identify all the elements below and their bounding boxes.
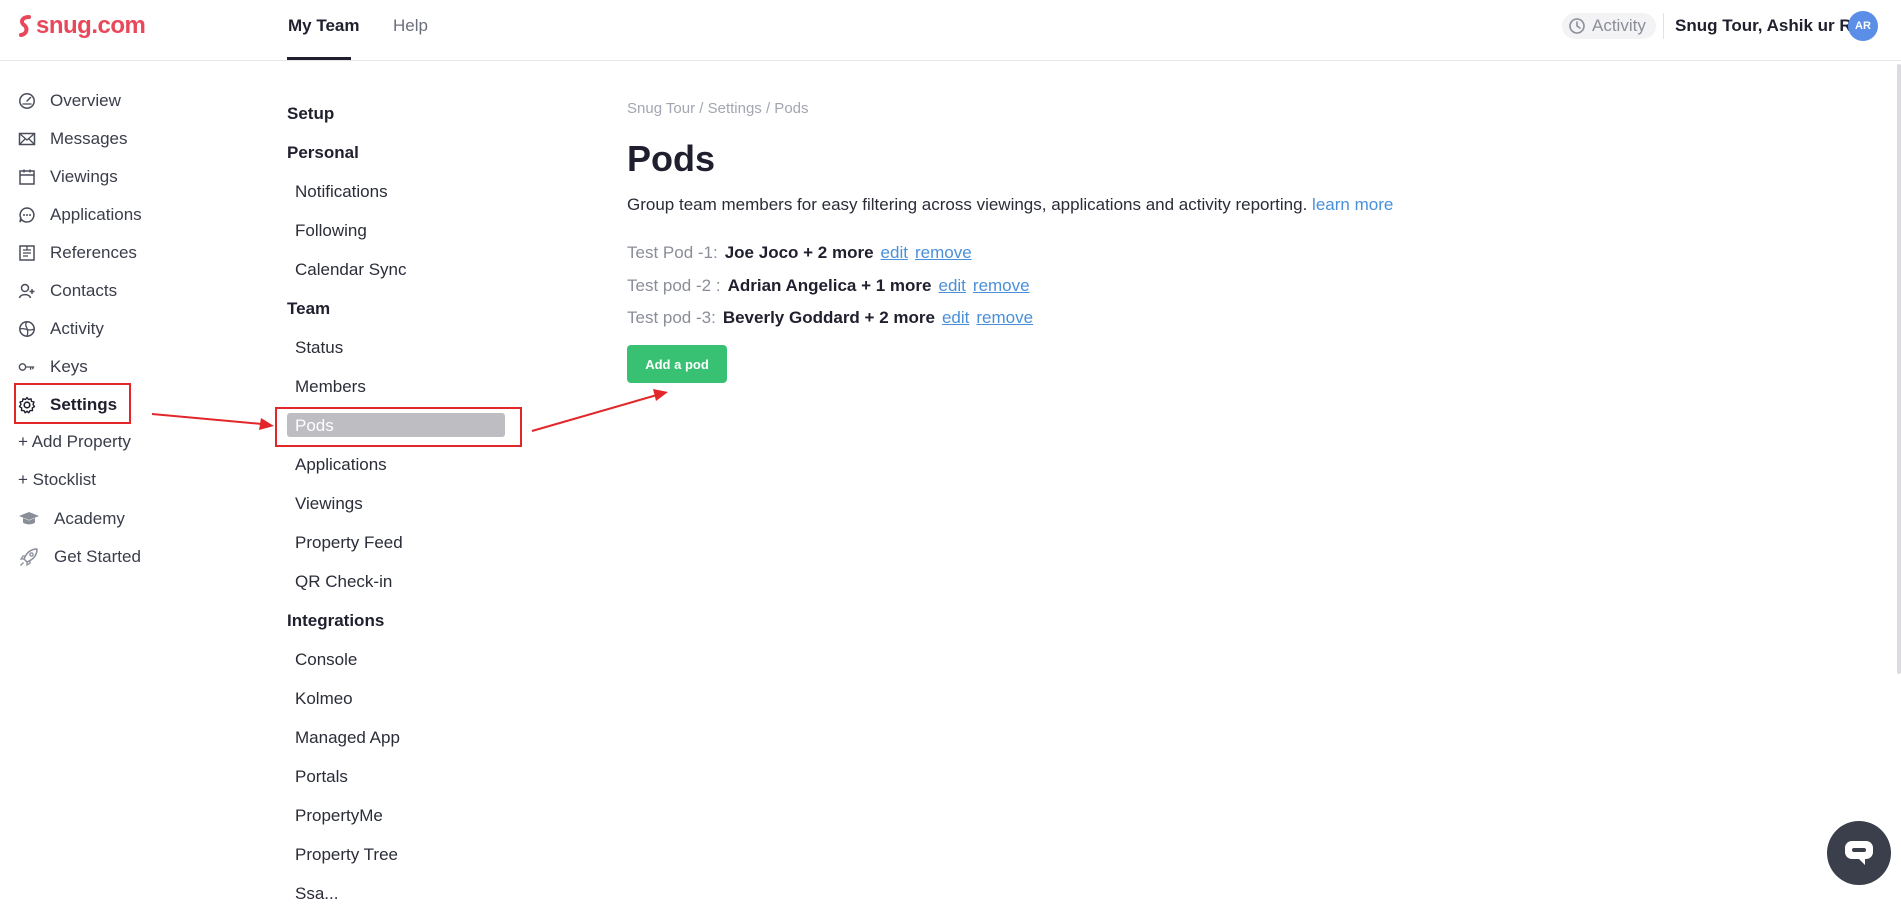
pod-members: Beverly Goddard + 2 more [722,308,935,327]
settings-item-members[interactable]: Members [295,377,366,397]
pod-row: Test pod -3: Beverly Goddard + 2 more ed… [627,308,1033,328]
settings-item-kolmeo[interactable]: Kolmeo [295,689,353,709]
settings-heading-integrations: Integrations [287,611,385,630]
sidebar-item-label: References [50,243,137,262]
pod-name: Test Pod -1: [627,243,718,262]
settings-item-applications[interactable]: Applications [295,455,387,475]
page-title: Pods [627,138,716,179]
top-header: snug.com My Team Help Activity Snug Tour… [0,0,1901,61]
breadcrumb: Snug Tour / Settings / Pods [627,100,809,117]
chat-bubble-icon [1845,841,1873,865]
chat-launcher-button[interactable] [1827,821,1891,885]
add-pod-button[interactable]: Add a pod [627,345,727,383]
dashboard-icon [18,92,36,110]
settings-item-property-feed[interactable]: Property Feed [295,533,403,553]
settings-item-console[interactable]: Console [295,650,357,670]
globe-icon [18,320,36,338]
logo-text: snug.com [36,12,146,39]
pod-name: Test pod -3: [627,308,716,327]
sidebar-item-messages[interactable]: Messages [18,127,127,151]
learn-more-link[interactable]: learn more [1312,195,1393,214]
settings-item-viewings[interactable]: Viewings [295,494,363,514]
pod-row: Test pod -2 : Adrian Angelica + 1 more e… [627,276,1030,296]
settings-highlight-box [14,383,131,424]
document-list-icon [18,244,36,262]
sidebar-item-label: Get Started [54,547,141,566]
sidebar-item-viewings[interactable]: Viewings [18,165,118,189]
sidebar-item-label: Academy [54,509,125,528]
sidebar-item-label: Viewings [50,167,118,186]
add-property-link[interactable]: + Add Property [18,432,131,452]
pod-name: Test pod -2 : [627,276,721,295]
description-text: Group team members for easy filtering ac… [627,195,1308,214]
arrow-to-pods [151,413,274,430]
tab-help[interactable]: Help [393,16,428,36]
envelope-icon [18,130,36,148]
avatar[interactable]: AR [1848,11,1878,41]
settings-item-next[interactable]: Ssa... [295,884,338,904]
sidebar-item-references[interactable]: References [18,241,137,265]
sidebar-item-keys[interactable]: Keys [18,355,88,379]
sidebar-item-label: Activity [50,319,104,338]
pod-members: Joe Joco + 2 more [724,243,874,262]
key-icon [18,358,36,376]
settings-heading-personal: Personal [287,143,359,162]
sidebar-item-label: Messages [50,129,128,148]
edit-pod-link[interactable]: edit [942,308,969,328]
remove-pod-link[interactable]: remove [973,276,1030,296]
edit-pod-link[interactable]: edit [881,243,908,263]
settings-heading-team: Team [287,299,331,318]
edit-pod-link[interactable]: edit [938,276,965,296]
rocket-icon [18,548,40,567]
settings-item-qr-check-in[interactable]: QR Check-in [295,572,392,592]
pods-highlight-box [275,407,522,447]
remove-pod-link[interactable]: remove [915,243,972,263]
add-person-icon [18,282,36,300]
settings-heading-setup[interactable]: Setup [287,104,334,124]
settings-item-propertyme[interactable]: PropertyMe [295,806,383,826]
sidebar-item-get-started[interactable]: Get Started [18,545,141,569]
scrollbar[interactable] [1897,64,1901,674]
header-divider [1663,13,1664,39]
clock-icon [1569,18,1585,34]
settings-item-managed-app[interactable]: Managed App [295,728,400,748]
sidebar-item-label: Applications [50,205,142,224]
account-name[interactable]: Snug Tour, Ashik ur R. [1675,16,1856,36]
sidebar-item-label: Overview [50,91,121,110]
sidebar-item-overview[interactable]: Overview [18,89,121,113]
activity-label: Activity [1592,16,1646,35]
remove-pod-link[interactable]: remove [976,308,1033,328]
tab-my-team[interactable]: My Team [288,16,360,36]
settings-item-property-tree[interactable]: Property Tree [295,845,398,865]
pod-members: Adrian Angelica + 1 more [727,276,932,295]
chat-dots-icon [18,206,36,224]
activity-button[interactable]: Activity [1562,13,1656,39]
stocklist-link[interactable]: + Stocklist [18,470,96,490]
settings-item-following[interactable]: Following [295,221,367,241]
sidebar-item-label: Contacts [50,281,118,300]
sidebar-item-contacts[interactable]: Contacts [18,279,117,303]
snug-logo-icon [19,15,31,37]
graduation-cap-icon [18,510,40,528]
arrow-to-add-pod [531,389,668,432]
settings-item-status[interactable]: Status [295,338,343,358]
settings-item-notifications[interactable]: Notifications [295,182,388,202]
sidebar-item-label: Keys [50,357,88,376]
sidebar-item-activity[interactable]: Activity [18,317,104,341]
settings-item-calendar-sync[interactable]: Calendar Sync [295,260,407,280]
pods-description: Group team members for easy filtering ac… [627,195,1393,215]
active-tab-underline [287,57,351,60]
sidebar-item-applications[interactable]: Applications [18,203,142,227]
settings-item-portals[interactable]: Portals [295,767,348,787]
sidebar-item-academy[interactable]: Academy [18,507,125,531]
snug-logo[interactable]: snug.com [18,12,146,40]
calendar-icon [18,168,36,186]
pod-row: Test Pod -1: Joe Joco + 2 more edit remo… [627,243,972,263]
